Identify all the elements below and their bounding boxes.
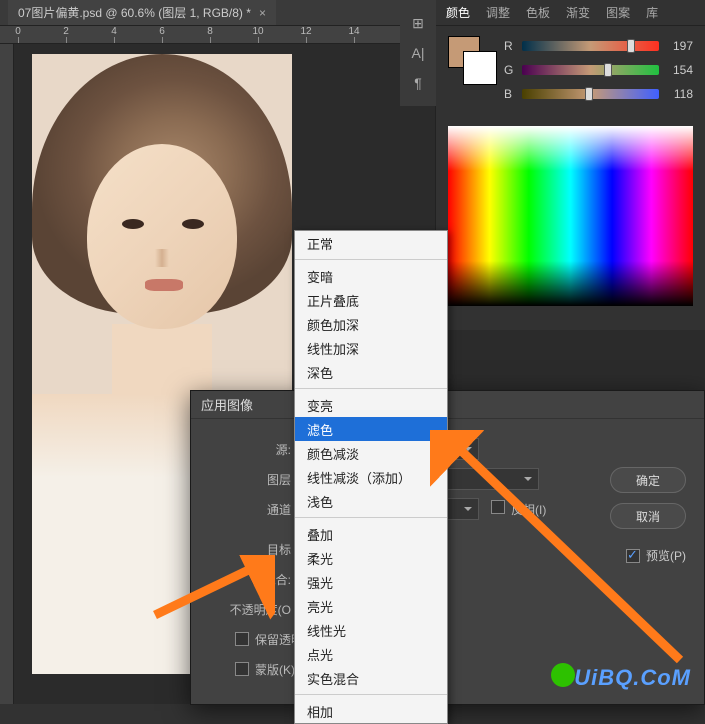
- panel-tab[interactable]: 颜色: [446, 4, 470, 21]
- color-swatch[interactable]: [448, 36, 480, 68]
- channel-label: 通道: [205, 501, 299, 518]
- mask-checkbox[interactable]: [235, 662, 249, 676]
- ruler-tick-label: 4: [111, 26, 117, 37]
- menu-item[interactable]: 正片叠底: [295, 288, 447, 312]
- menu-item[interactable]: 线性加深: [295, 336, 447, 360]
- menu-item[interactable]: 变暗: [295, 264, 447, 288]
- ruler-tick-label: 8: [207, 26, 213, 37]
- panel-tab[interactable]: 渐变: [566, 4, 590, 21]
- color-panel: ⊞ A| ¶ 颜色调整色板渐变图案库 R197 G154 B118: [435, 0, 705, 330]
- menu-item[interactable]: 变亮: [295, 393, 447, 417]
- source-label: 源:: [205, 441, 299, 458]
- panel-tab[interactable]: 色板: [526, 4, 550, 21]
- layer-label: 图层: [205, 471, 299, 488]
- type-icon[interactable]: A|: [400, 38, 436, 68]
- close-icon[interactable]: ×: [259, 6, 266, 20]
- menu-item[interactable]: 滤色: [295, 417, 447, 441]
- ruler-tick-label: 14: [348, 26, 359, 37]
- menu-separator: [295, 259, 447, 260]
- panel-tab[interactable]: 调整: [486, 4, 510, 21]
- menu-item[interactable]: 颜色加深: [295, 312, 447, 336]
- ruler-tick-label: 0: [15, 26, 21, 37]
- menu-item[interactable]: 浅色: [295, 489, 447, 513]
- watermark: UiBQ.CoM: [574, 665, 691, 691]
- menu-item[interactable]: 颜色减淡: [295, 441, 447, 465]
- menu-item[interactable]: 正常: [295, 231, 447, 255]
- menu-item[interactable]: 线性减淡（添加）: [295, 465, 447, 489]
- paragraph-icon[interactable]: ¶: [400, 68, 436, 98]
- menu-separator: [295, 517, 447, 518]
- panel-tabs: 颜色调整色板渐变图案库: [436, 0, 705, 26]
- menu-item[interactable]: 深色: [295, 360, 447, 384]
- annotation-arrow: [430, 430, 690, 670]
- slider-r[interactable]: R197: [504, 36, 693, 56]
- menu-item[interactable]: 实色混合: [295, 666, 447, 690]
- slider-g[interactable]: G154: [504, 60, 693, 80]
- document-tab-title: 07图片偏黄.psd @ 60.6% (图层 1, RGB/8) *: [18, 4, 251, 21]
- ruler-tick-label: 6: [159, 26, 165, 37]
- menu-item[interactable]: 亮光: [295, 594, 447, 618]
- rgb-sliders: R197 G154 B118: [436, 26, 705, 118]
- menu-separator: [295, 388, 447, 389]
- properties-icon-strip: ⊞ A| ¶: [400, 0, 436, 106]
- panel-tab[interactable]: 库: [646, 4, 658, 21]
- ruler-tick-label: 12: [300, 26, 311, 37]
- document-tab[interactable]: 07图片偏黄.psd @ 60.6% (图层 1, RGB/8) * ×: [8, 0, 276, 25]
- color-spectrum[interactable]: [448, 126, 693, 306]
- menu-item[interactable]: 柔光: [295, 546, 447, 570]
- preserve-checkbox[interactable]: [235, 632, 249, 646]
- ruler-tick-label: 2: [63, 26, 69, 37]
- menu-item[interactable]: 线性光: [295, 618, 447, 642]
- menu-separator: [295, 694, 447, 695]
- slider-b[interactable]: B118: [504, 84, 693, 104]
- menu-item[interactable]: 点光: [295, 642, 447, 666]
- menu-item[interactable]: 强光: [295, 570, 447, 594]
- blend-mode-menu: 正常变暗正片叠底颜色加深线性加深深色变亮滤色颜色减淡线性减淡（添加）浅色叠加柔光…: [294, 230, 448, 724]
- panel-tab[interactable]: 图案: [606, 4, 630, 21]
- ruler-vertical: [0, 44, 14, 704]
- menu-item[interactable]: 相加: [295, 699, 447, 723]
- annotation-arrow: [145, 555, 275, 625]
- ruler-tick-label: 10: [252, 26, 263, 37]
- wechat-icon: [551, 663, 575, 687]
- menu-item[interactable]: 叠加: [295, 522, 447, 546]
- properties-icon[interactable]: ⊞: [400, 8, 436, 38]
